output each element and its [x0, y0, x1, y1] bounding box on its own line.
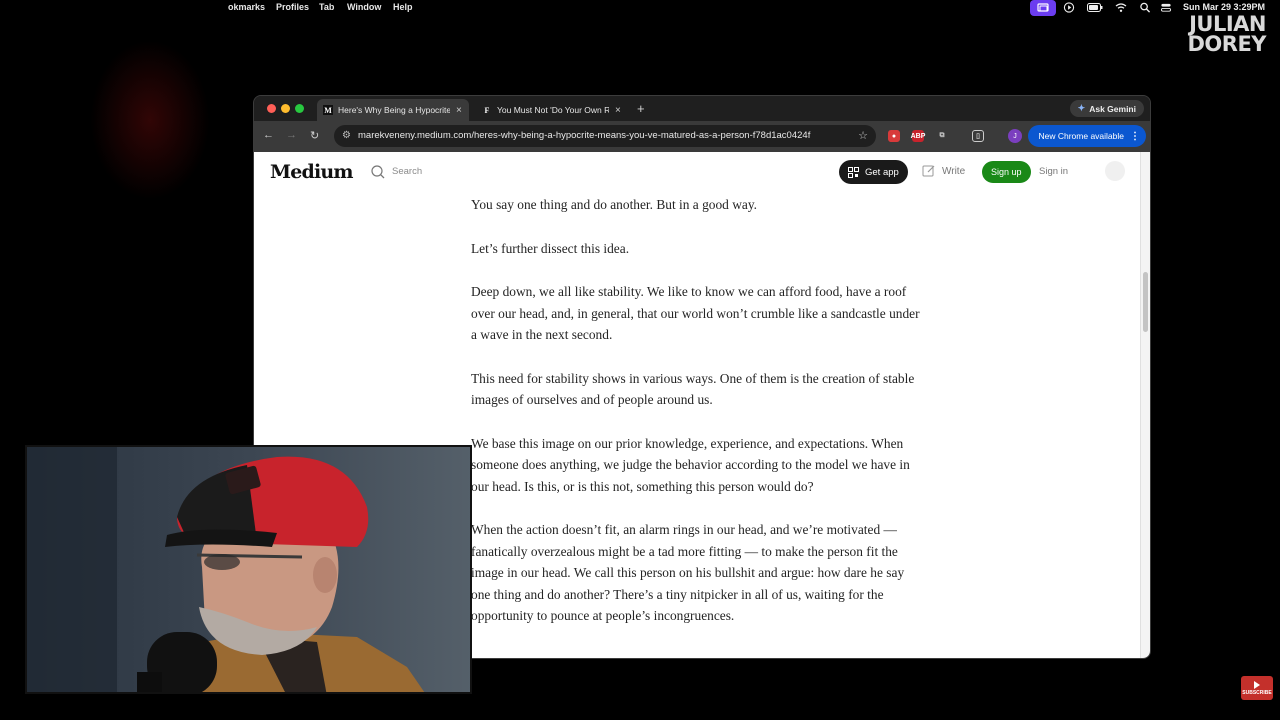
article-paragraph: This need for stability shows in various… — [471, 370, 915, 408]
extension-red-icon[interactable]: ● — [888, 130, 900, 142]
medium-favicon-icon: M — [323, 105, 333, 115]
macos-menubar: okmarks Profiles Tab Window Help Sun Mar… — [0, 0, 1280, 16]
address-bar[interactable]: ⚙ marekveneny.medium.com/heres-why-being… — [334, 125, 876, 147]
subscribe-button[interactable]: SUBSCRIBE — [1241, 676, 1273, 700]
subscribe-label: SUBSCRIBE — [1242, 689, 1272, 696]
battery-icon[interactable] — [1087, 2, 1103, 13]
ask-gemini-button[interactable]: ✦ Ask Gemini — [1069, 100, 1144, 117]
new-tab-icon[interactable]: + — [637, 101, 645, 116]
scrollbar-thumb[interactable] — [1143, 272, 1148, 332]
background-glow — [90, 40, 210, 200]
gemini-sparkle-icon: ✦ — [1077, 103, 1086, 113]
close-window-button[interactable] — [267, 104, 276, 113]
watermark-line-2: DOREY — [1187, 32, 1266, 56]
close-tab-icon[interactable]: × — [615, 105, 621, 116]
extensions-puzzle-icon[interactable]: ⧉ — [936, 130, 948, 142]
write-label: Write — [942, 165, 966, 177]
back-arrow-icon[interactable]: ← — [263, 129, 274, 141]
article-paragraph: Deep down, we all like stability. We lik… — [471, 284, 920, 342]
play-icon — [1254, 680, 1260, 689]
write-button[interactable]: Write — [922, 164, 965, 178]
maximize-window-button[interactable] — [295, 104, 304, 113]
watermark-line-1: JULIAN — [1189, 12, 1266, 36]
minimize-window-button[interactable] — [281, 104, 290, 113]
close-tab-icon[interactable]: × — [456, 105, 462, 116]
search-icon[interactable] — [370, 164, 386, 180]
article-paragraph: You say one thing and do another. But in… — [471, 197, 758, 212]
wifi-icon[interactable] — [1115, 2, 1127, 13]
new-chrome-label: New Chrome available — [1038, 131, 1124, 141]
reload-icon[interactable]: ↻ — [310, 129, 319, 142]
new-chrome-available-button[interactable]: New Chrome available ⋮ — [1028, 125, 1146, 147]
article-paragraph: When the action doesn’t fit, an alarm ri… — [471, 522, 905, 623]
site-info-icon[interactable]: ⚙ — [342, 130, 351, 141]
tab-medium-article[interactable]: M Here's Why Being a Hypocrite × — [317, 99, 469, 121]
sidepanel-icon[interactable]: ▯ — [972, 130, 984, 142]
article-body: You say one thing and do another. But in… — [471, 194, 923, 649]
control-center-icon[interactable] — [1160, 2, 1172, 13]
sign-up-button[interactable]: Sign up — [982, 161, 1031, 183]
webcam-overlay — [25, 445, 472, 694]
browser-toolbar: ← → ↻ ⚙ marekveneny.medium.com/heres-why… — [254, 121, 1150, 152]
f-favicon-icon: F — [484, 105, 490, 115]
menubar-clock[interactable]: Sun Mar 29 3:29PM — [1183, 2, 1265, 12]
menu-help[interactable]: Help — [393, 2, 413, 12]
medium-logo[interactable]: Medium — [270, 161, 354, 183]
tab-strip: M Here's Why Being a Hypocrite × F You M… — [254, 96, 1150, 121]
menu-window[interactable]: Window — [347, 2, 381, 12]
channel-watermark: JULIAN DOREY — [1187, 12, 1266, 56]
user-avatar-icon[interactable] — [1105, 161, 1125, 181]
menu-tab[interactable]: Tab — [319, 2, 334, 12]
page-scrollbar[interactable] — [1140, 152, 1150, 658]
url-text[interactable]: marekveneny.medium.com/heres-why-being-a… — [358, 130, 848, 141]
article-paragraph: Let’s further dissect this idea. — [471, 240, 630, 256]
get-app-label: Get app — [865, 166, 899, 178]
person-in-cap-image — [27, 447, 470, 692]
menu-profiles[interactable]: Profiles — [276, 2, 309, 12]
tab-title: You Must Not 'Do Your Own R — [497, 105, 609, 115]
profile-avatar[interactable]: J — [1008, 129, 1022, 143]
forward-arrow-icon[interactable]: → — [286, 129, 297, 141]
tab-second-article[interactable]: F You Must Not 'Do Your Own R × — [476, 99, 628, 121]
adblock-plus-icon[interactable]: ABP — [911, 130, 925, 142]
kebab-menu-icon[interactable]: ⋮ — [1130, 131, 1140, 142]
play-icon[interactable] — [1063, 2, 1075, 13]
search-input[interactable]: Search — [392, 166, 422, 177]
sign-in-link[interactable]: Sign in — [1039, 166, 1068, 177]
menu-bookmarks[interactable]: okmarks — [228, 2, 265, 12]
tab-title: Here's Why Being a Hypocrite — [338, 105, 450, 115]
screen-mirroring-icon[interactable] — [1030, 0, 1056, 16]
get-app-button[interactable]: Get app — [839, 160, 908, 184]
bookmark-star-icon[interactable]: ☆ — [858, 129, 868, 142]
qr-grid-icon — [848, 166, 859, 178]
write-pencil-icon — [922, 165, 935, 177]
ask-gemini-label: Ask Gemini — [1089, 103, 1136, 114]
spotlight-search-icon[interactable] — [1139, 2, 1151, 13]
article-paragraph: We base this image on our prior knowledg… — [471, 435, 910, 494]
